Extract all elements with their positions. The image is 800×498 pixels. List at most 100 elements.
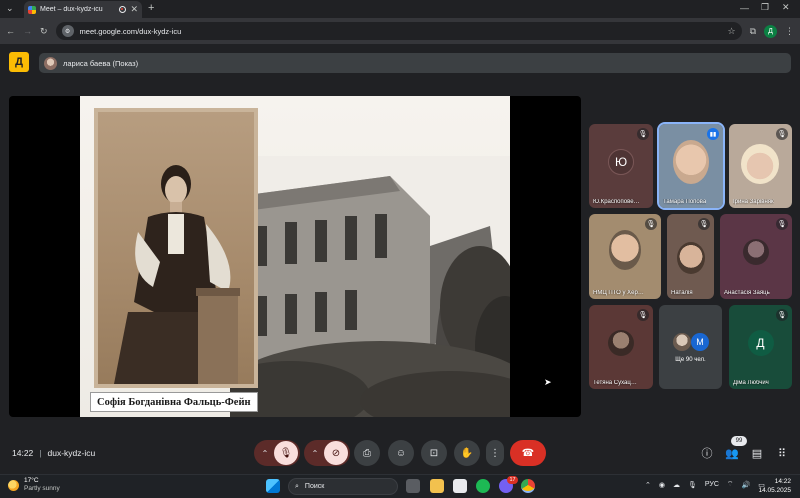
- clock-date: 14.05.2025: [758, 487, 791, 494]
- participant-initial-avatar: Д: [747, 329, 774, 356]
- new-tab-button[interactable]: +: [148, 3, 154, 14]
- wifi-icon[interactable]: ⌔: [727, 480, 734, 489]
- maximize-window-button[interactable]: ❐: [761, 3, 769, 12]
- mic-off-icon: 🎙: [645, 218, 657, 230]
- mic-off-icon: 🎙: [637, 309, 649, 321]
- mic-off-button[interactable]: 🎙: [274, 441, 298, 465]
- meeting-code: dux-kydz-icu: [47, 448, 96, 458]
- participant-avatar: [743, 239, 769, 266]
- participant-video: [609, 230, 641, 270]
- video-settings-chevron-icon[interactable]: ⌃: [306, 449, 324, 458]
- tab-search-icon[interactable]: ⌄: [6, 4, 14, 13]
- site-info-icon[interactable]: ⚙: [61, 25, 74, 37]
- close-window-button[interactable]: ✕: [782, 3, 790, 12]
- presenter-banner[interactable]: лариса баева (Показ): [39, 53, 791, 73]
- bookmark-star-icon[interactable]: ☆: [727, 26, 735, 36]
- participant-avatar: [673, 333, 691, 351]
- weather-widget[interactable]: 17°C Partly sunny: [8, 477, 60, 493]
- windows-start-icon[interactable]: [266, 479, 280, 493]
- participant-video: [673, 140, 709, 184]
- activities-icon[interactable]: ⠿: [773, 444, 791, 462]
- portrait-photo-frame: [94, 108, 258, 388]
- participant-avatar: [608, 329, 634, 356]
- participant-initial-avatar: Ю: [608, 148, 634, 175]
- participant-tile[interactable]: 🎙 Анастасія Заяць: [720, 214, 792, 299]
- camera-off-button[interactable]: ⊘: [324, 441, 348, 465]
- participant-tile[interactable]: Д 🎙 Діма Любчич: [729, 305, 792, 389]
- raise-hand-button[interactable]: ✋: [454, 440, 480, 466]
- reload-icon[interactable]: ↻: [40, 26, 48, 36]
- extensions-icon[interactable]: ⧉: [750, 26, 756, 36]
- participant-tile[interactable]: Ю 🎙 Ю.Краспопове…: [589, 124, 653, 208]
- presentation-slide: Софія Богданівна Фальць-Фейн: [80, 96, 510, 417]
- participant-name: Ю.Краспопове…: [593, 199, 640, 205]
- taskbar-search-placeholder: Поиск: [304, 483, 325, 490]
- participant-name: Тамара Попова: [663, 199, 707, 205]
- weather-temperature: 17°C: [24, 477, 39, 484]
- browser-tab-meet[interactable]: Meet – dux-kydz-icu ✕: [24, 1, 142, 18]
- partly-sunny-icon: [8, 479, 19, 491]
- participant-tile[interactable]: 🎙 Тетяна Сухац…: [589, 305, 653, 389]
- slide-caption: Софія Богданівна Фальць-Фейн: [90, 392, 258, 412]
- chat-icon[interactable]: ▤: [748, 444, 766, 462]
- meeting-details: 14:22 | dux-kydz-icu: [12, 448, 96, 458]
- speaking-indicator-icon: ▮▮: [707, 128, 719, 140]
- minimize-window-button[interactable]: —: [740, 4, 749, 13]
- taskbar-clock[interactable]: 14:22 14.05.2025: [755, 477, 791, 495]
- meeting-info-icon[interactable]: ⓘ: [698, 444, 716, 462]
- participant-tile[interactable]: 🎙 НМЦ ПТО у Хер…: [589, 214, 661, 299]
- others-tile[interactable]: M Ще 90 чел.: [659, 305, 722, 389]
- taskbar-search[interactable]: ⌕ Поиск: [288, 478, 398, 495]
- profile-avatar[interactable]: Д: [764, 24, 777, 38]
- volume-icon[interactable]: 🔊: [742, 481, 751, 489]
- participant-tile-speaking[interactable]: ▮▮ Тамара Попова: [657, 122, 725, 210]
- participant-tile[interactable]: 🎙 Наталія: [667, 214, 714, 299]
- antivirus-tray-icon[interactable]: ◉: [659, 481, 665, 489]
- tab-close-icon[interactable]: ✕: [130, 5, 138, 14]
- file-explorer-icon[interactable]: [430, 479, 444, 493]
- emoji-reactions-button[interactable]: ☺: [388, 440, 414, 466]
- chrome-icon[interactable]: [521, 479, 535, 493]
- input-language[interactable]: РУС: [705, 481, 719, 488]
- more-options-button[interactable]: ⋮: [486, 440, 504, 466]
- audio-settings-chevron-icon[interactable]: ⌃: [256, 449, 274, 458]
- microphone-control[interactable]: ⌃ 🎙: [254, 440, 300, 466]
- browser-tabstrip: ⌄ Meet – dux-kydz-icu ✕ + — ❐ ✕: [0, 0, 800, 18]
- participant-initial-avatar: M: [691, 333, 709, 351]
- presenter-label: лариса баева (Показ): [63, 58, 139, 68]
- participant-name: Наталія: [671, 290, 693, 296]
- meet-favicon-icon: [28, 5, 36, 14]
- weather-description: Partly sunny: [24, 485, 60, 492]
- address-url: meet.google.com/dux-kydz-icu: [79, 26, 182, 36]
- microphone-tray-icon[interactable]: 🎙: [688, 481, 697, 489]
- tab-title: Meet – dux-kydz-icu: [40, 6, 103, 13]
- forward-arrow-icon[interactable]: →: [23, 26, 32, 36]
- presentation-stage: Софія Богданівна Фальць-Фейн ➤: [9, 96, 581, 417]
- show-hidden-icons-chevron-icon[interactable]: ⌃: [645, 481, 651, 489]
- camera-control[interactable]: ⌃ ⊘: [304, 440, 350, 466]
- mic-off-icon: 🎙: [776, 128, 788, 140]
- back-arrow-icon[interactable]: ←: [6, 26, 15, 36]
- others-count-label: Ще 90 чел.: [675, 357, 706, 363]
- captions-button[interactable]: ⊡: [421, 440, 447, 466]
- spotify-icon[interactable]: [476, 479, 490, 493]
- participant-name: Тетяна Сухац…: [593, 380, 637, 386]
- meet-presentation-logo-icon: Д: [9, 52, 29, 72]
- mouse-cursor-icon: ➤: [544, 377, 552, 387]
- meeting-time: 14:22: [12, 448, 34, 458]
- task-view-icon[interactable]: [406, 479, 420, 493]
- leave-call-button[interactable]: ☎: [510, 440, 546, 466]
- clock-time: 14:22: [774, 478, 791, 485]
- participant-name: Анастасія Заяць: [724, 290, 770, 296]
- participant-video: [741, 144, 779, 184]
- people-icon[interactable]: 👥: [723, 444, 741, 462]
- notepad-icon[interactable]: [453, 479, 467, 493]
- viber-notification-badge: 17: [507, 476, 518, 484]
- address-bar[interactable]: ⚙ meet.google.com/dux-kydz-icu ☆: [55, 22, 742, 40]
- participant-tile[interactable]: 🎙 Ірина Зарівняк: [729, 124, 792, 208]
- cloud-tray-icon[interactable]: ☁: [673, 481, 680, 489]
- present-screen-button[interactable]: ⎙: [354, 440, 380, 466]
- participant-name: Ірина Зарівняк: [733, 199, 774, 205]
- browser-menu-icon[interactable]: ⋮: [785, 26, 794, 36]
- participant-video: [677, 242, 705, 274]
